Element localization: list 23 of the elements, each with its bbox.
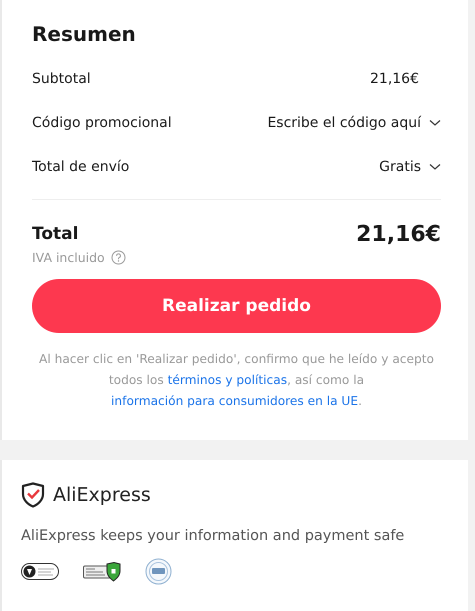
- tax-note: IVA incluido: [32, 250, 105, 265]
- ssl-shield-badge-icon: [83, 562, 121, 582]
- chevron-down-icon: [429, 163, 441, 171]
- brand-name: AliExpress: [53, 484, 151, 506]
- help-icon[interactable]: [110, 250, 126, 265]
- certification-badge-icon: [21, 563, 59, 580]
- row-value: 21,16€: [370, 71, 420, 87]
- security-tagline: AliExpress keeps your information and payment safe: [21, 528, 406, 544]
- chevron-down-icon: [429, 119, 441, 127]
- legal-notice: Al hacer clic en 'Realizar pedido', confirmo que he leído y acepto todos los términos y políticas, así como la información para consumidores en la UE.: [38, 351, 435, 410]
- row-label: Subtotal: [32, 71, 91, 87]
- row-label: Código promocional: [32, 115, 172, 131]
- row-label: Total de envío: [32, 159, 130, 175]
- legal-link[interactable]: términos y políticas: [168, 373, 288, 387]
- total-value: 21,16€: [356, 222, 441, 246]
- dropdown-toggle[interactable]: Escribe el código aquí: [267, 115, 441, 131]
- place-order-button[interactable]: Realizar pedido: [32, 279, 441, 333]
- iso-seal-icon: [145, 558, 172, 585]
- total-label: Total: [32, 224, 78, 244]
- shield-check-icon: [21, 482, 45, 508]
- summary-title: Resumen: [32, 22, 137, 46]
- legal-link[interactable]: información para consumidores en la UE: [111, 394, 358, 408]
- dropdown-toggle[interactable]: Gratis: [379, 159, 441, 175]
